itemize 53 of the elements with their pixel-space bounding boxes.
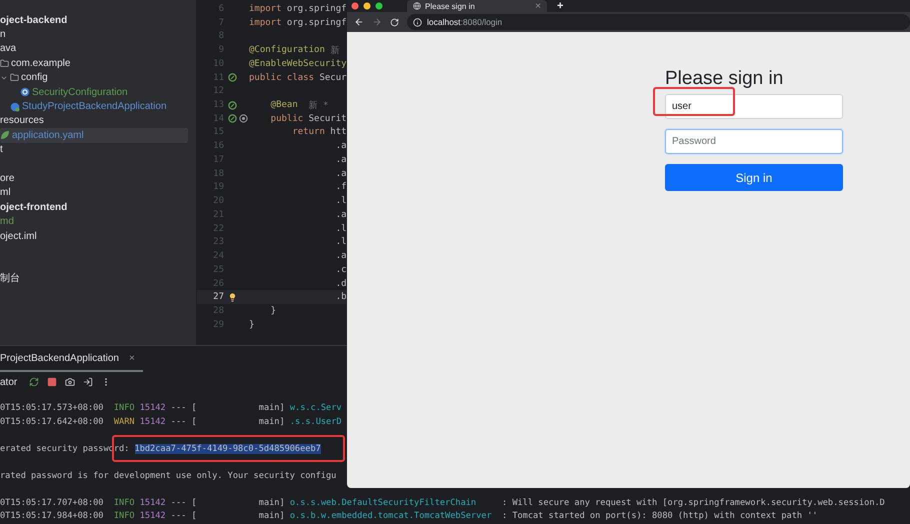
tree-item[interactable]: com.example: [0, 56, 188, 71]
bean-icon[interactable]: [228, 114, 237, 124]
reload-icon[interactable]: [390, 18, 399, 26]
log-line: 0T15:05:17.707+08:00 INFO 15142 --- [ main] o.s.s.web.DefaultSecurityFilterChain : Will secure any request with [org.springframework.security.web.session.D: [0, 496, 886, 510]
leaf-icon: [0, 130, 10, 140]
toolbar-label: ator: [0, 376, 18, 388]
camera-icon[interactable]: [65, 377, 76, 387]
target-icon[interactable]: [239, 114, 248, 124]
tree-item[interactable]: StudyProjectBackendApplication: [0, 99, 188, 114]
log-line: rated password is for development use only. Your security configu: [0, 470, 338, 482]
tree-item[interactable]: resources: [0, 114, 188, 128]
close-icon[interactable]: ×: [128, 352, 135, 364]
tab-title: ProjectBackendApplication: [0, 352, 119, 364]
lightbulb-icon[interactable]: [228, 292, 237, 302]
new-tab-button[interactable]: +: [557, 0, 564, 12]
tree-item[interactable]: t: [0, 142, 188, 157]
log-level: INFO: [114, 403, 135, 413]
folder-icon: [0, 58, 9, 68]
tree-item[interactable]: SecurityConfiguration: [0, 84, 188, 100]
class-icon: [10, 102, 20, 112]
tree-item[interactable]: oject.iml: [0, 228, 188, 244]
info-icon[interactable]: [413, 18, 422, 26]
tree-item[interactable]: oject-backend: [0, 13, 188, 28]
log-level: INFO: [114, 498, 135, 508]
tool-window-label[interactable]: 制台: [0, 271, 196, 285]
close-icon[interactable]: ×: [535, 0, 541, 12]
rerun-icon[interactable]: [29, 377, 40, 387]
tree-item[interactable]: config: [0, 70, 188, 85]
folder-icon: [10, 73, 19, 82]
address-bar[interactable]: localhost:8080/login: [407, 14, 910, 30]
username-field[interactable]: user: [665, 94, 843, 119]
class-icon: [20, 87, 30, 98]
tree-item[interactable]: ore: [0, 171, 188, 186]
log-level: INFO: [114, 511, 135, 521]
tree-item[interactable]: ava: [0, 42, 188, 56]
tree-item[interactable]: n: [0, 27, 188, 42]
bean-icon[interactable]: [228, 73, 237, 82]
tree-item[interactable]: md: [0, 214, 188, 229]
window-controls-icon[interactable]: [351, 2, 385, 10]
browser-tab[interactable]: Please sign in ×: [407, 0, 547, 12]
back-icon[interactable]: [354, 17, 364, 27]
stop-icon[interactable]: [47, 377, 58, 387]
line-number: 27: [212, 292, 224, 302]
exit-icon[interactable]: [83, 377, 94, 387]
bean-icon[interactable]: [228, 100, 237, 110]
forward-icon[interactable]: [372, 17, 382, 27]
form-heading: Please sign in: [665, 69, 784, 89]
globe-icon: [413, 2, 421, 10]
tree-item[interactable]: oject-frontend: [0, 200, 188, 214]
tree-item[interactable]: ml: [0, 186, 188, 200]
log-level: WARN: [114, 416, 135, 426]
run-tab[interactable]: ProjectBackendApplication ×: [0, 346, 143, 372]
log-line: 0T15:05:17.984+08:00 INFO 15142 --- [ main] o.s.b.w.embedded.tomcat.TomcatWebServer : Tomcat started on port(s): 8080 (http) with context path '': [0, 510, 819, 523]
